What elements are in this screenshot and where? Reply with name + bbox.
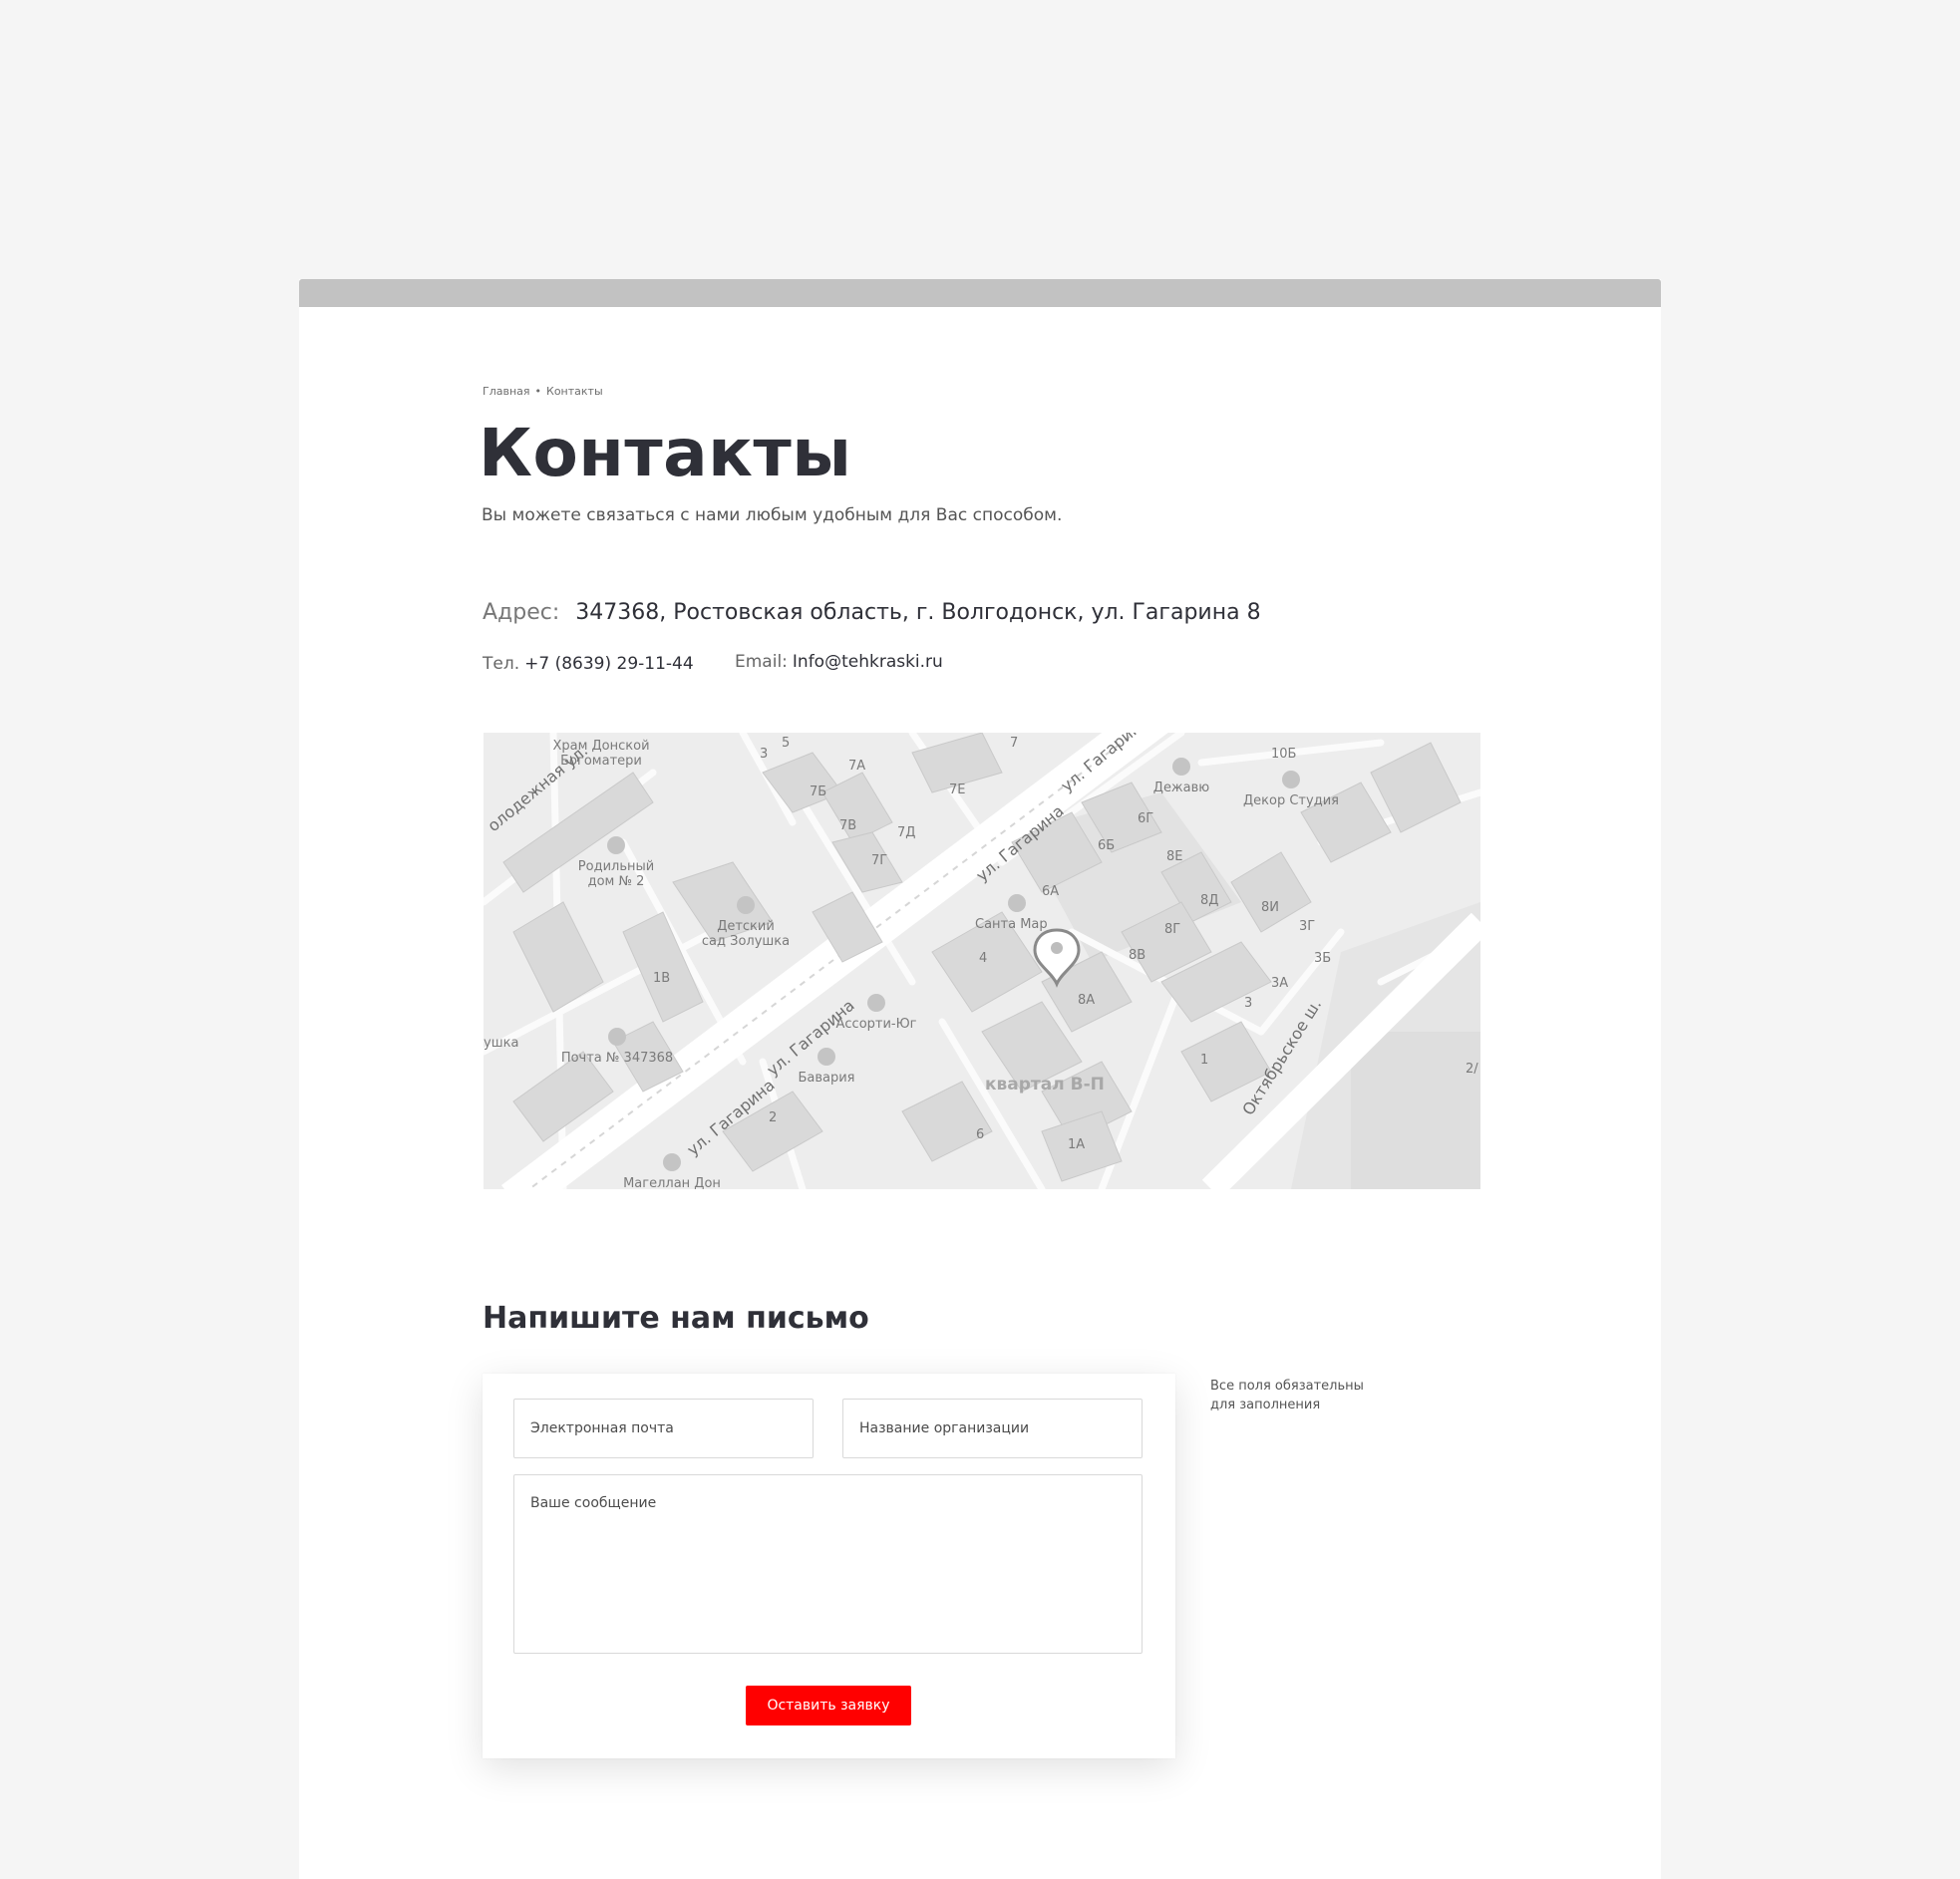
svg-text:6А: 6А bbox=[1042, 884, 1059, 899]
phone-label: Тел. bbox=[483, 654, 520, 674]
svg-text:Санта Мар: Санта Мар bbox=[975, 917, 1048, 932]
svg-text:6Б: 6Б bbox=[1098, 838, 1115, 853]
form-title: Напишите нам письмо bbox=[483, 1301, 869, 1336]
svg-text:Декор Студия: Декор Студия bbox=[1243, 793, 1339, 808]
card-top-bar bbox=[299, 279, 1661, 307]
svg-text:3: 3 bbox=[760, 747, 768, 762]
breadcrumb-home-link[interactable]: Главная bbox=[483, 385, 530, 398]
svg-text:8А: 8А bbox=[1078, 993, 1095, 1008]
svg-text:Храм Донской: Храм Донской bbox=[552, 739, 649, 754]
address-label: Адрес: bbox=[483, 600, 560, 625]
svg-text:8В: 8В bbox=[1129, 948, 1145, 963]
svg-text:1В: 1В bbox=[653, 971, 670, 986]
svg-text:7Б: 7Б bbox=[810, 784, 826, 799]
svg-text:8Г: 8Г bbox=[1164, 922, 1180, 937]
breadcrumb-separator: • bbox=[534, 385, 542, 398]
breadcrumb-current: Контакты bbox=[546, 385, 603, 398]
page-title: Контакты bbox=[479, 415, 852, 491]
location-map[interactable]: олодежная ул. ул. Гагарина ул. Гагарина … bbox=[484, 733, 1480, 1189]
email-label: Email: bbox=[735, 652, 788, 672]
phone-row: Тел. +7 (8639) 29-11-44 bbox=[483, 654, 694, 674]
svg-text:Бавария: Бавария bbox=[798, 1071, 854, 1086]
svg-text:Детский: Детский bbox=[717, 919, 775, 934]
submit-request-button[interactable]: Оставить заявку bbox=[746, 1686, 911, 1725]
svg-text:Магеллан Дон: Магеллан Дон bbox=[623, 1176, 721, 1189]
svg-text:3Б: 3Б bbox=[1314, 951, 1331, 966]
organization-input[interactable] bbox=[842, 1399, 1143, 1458]
email-link[interactable]: Info@tehkraski.ru bbox=[793, 652, 943, 672]
svg-text:7В: 7В bbox=[839, 818, 856, 833]
breadcrumb: Главная • Контакты bbox=[483, 385, 603, 398]
contacts-card: Главная • Контакты Контакты Вы можете связ… bbox=[299, 279, 1661, 1879]
svg-text:1А: 1А bbox=[1068, 1137, 1085, 1152]
svg-text:7А: 7А bbox=[848, 759, 865, 774]
svg-text:10Б: 10Б bbox=[1271, 747, 1296, 762]
phone-link[interactable]: +7 (8639) 29-11-44 bbox=[524, 654, 694, 674]
svg-text:8И: 8И bbox=[1261, 900, 1279, 915]
svg-text:7Г: 7Г bbox=[871, 853, 887, 868]
svg-text:3А: 3А bbox=[1271, 976, 1288, 991]
svg-text:2: 2 bbox=[769, 1110, 777, 1125]
svg-text:7: 7 bbox=[1010, 736, 1018, 751]
contact-form: Оставить заявку bbox=[483, 1374, 1175, 1758]
svg-text:Ассорти-Юг: Ассорти-Юг bbox=[836, 1017, 917, 1032]
message-textarea[interactable] bbox=[513, 1474, 1143, 1654]
svg-text:Родильный: Родильный bbox=[578, 859, 654, 874]
svg-text:6: 6 bbox=[976, 1127, 984, 1142]
page-subtitle: Вы можете связаться с нами любым удобным… bbox=[482, 505, 1063, 525]
svg-text:Почта № 347368: Почта № 347368 bbox=[561, 1051, 673, 1066]
svg-text:7Е: 7Е bbox=[949, 783, 966, 797]
svg-text:1: 1 bbox=[1200, 1053, 1208, 1068]
svg-text:8Д: 8Д bbox=[1200, 893, 1218, 908]
svg-text:квартал В-П: квартал В-П bbox=[985, 1075, 1105, 1095]
email-row: Email: Info@tehkraski.ru bbox=[735, 652, 943, 672]
required-fields-note: Все поля обязательны для заполнения bbox=[1210, 1379, 1364, 1412]
email-input[interactable] bbox=[513, 1399, 814, 1458]
svg-text:ушка: ушка bbox=[484, 1036, 518, 1051]
svg-text:2/: 2/ bbox=[1466, 1062, 1478, 1077]
svg-text:4: 4 bbox=[979, 951, 987, 966]
svg-text:сад Золушка: сад Золушка bbox=[702, 934, 790, 949]
svg-text:6Г: 6Г bbox=[1138, 811, 1153, 826]
svg-text:3Г: 3Г bbox=[1299, 919, 1315, 934]
map-canvas[interactable]: олодежная ул. ул. Гагарина ул. Гагарина … bbox=[484, 733, 1480, 1189]
svg-text:Богоматери: Богоматери bbox=[560, 754, 642, 769]
address-value: 347368, Ростовская область, г. Волгодонс… bbox=[575, 600, 1261, 625]
svg-text:7Д: 7Д bbox=[897, 825, 915, 840]
address-row: Адрес: 347368, Ростовская область, г. Вол… bbox=[483, 600, 1261, 625]
svg-text:5: 5 bbox=[782, 736, 790, 751]
svg-text:Дежавю: Дежавю bbox=[1153, 781, 1209, 795]
svg-text:дом № 2: дом № 2 bbox=[588, 874, 645, 889]
svg-text:3: 3 bbox=[1244, 996, 1252, 1011]
svg-text:8Е: 8Е bbox=[1166, 849, 1183, 864]
